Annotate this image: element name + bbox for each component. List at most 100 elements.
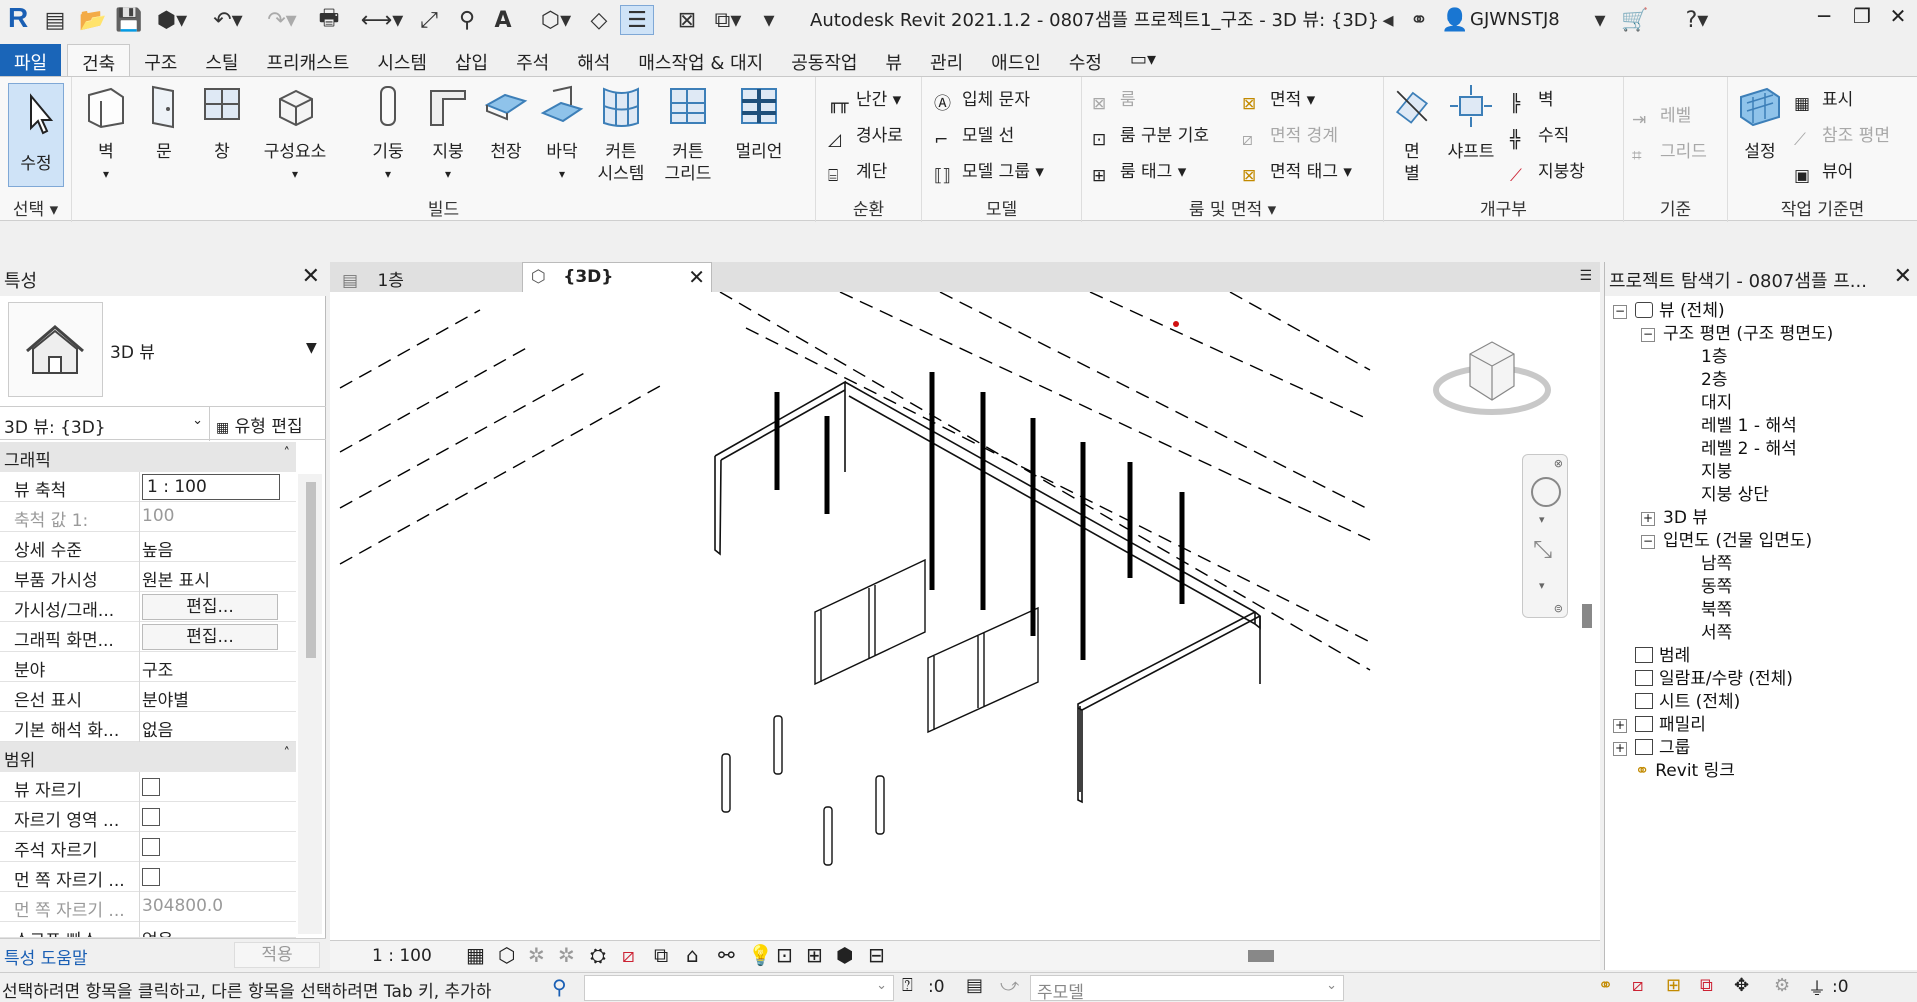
zoom-region-icon[interactable]: ⤡ <box>1533 535 1552 563</box>
measure-icon[interactable]: ⟷▾ <box>360 5 404 35</box>
view-scale-input[interactable]: 1 : 100 <box>142 474 280 500</box>
column-button[interactable]: 기둥 ▾ <box>358 83 418 185</box>
tree-node-views[interactable]: − 뷰 (전체) <box>1613 296 1725 321</box>
design-options-icon[interactable]: ▤ <box>966 975 983 996</box>
shadows-icon[interactable]: ✲ <box>558 943 575 967</box>
tab-collaborate[interactable]: 공동작업 <box>777 44 871 76</box>
set-work-plane-button[interactable]: 설정 <box>1732 83 1788 163</box>
curtain-grid-button[interactable]: 커튼 그리드 <box>656 83 720 185</box>
tab-architecture[interactable]: 건축 <box>67 44 131 76</box>
group-room-area-label[interactable]: 룸 및 면적 ▾ <box>1082 195 1383 220</box>
ref-plane-button[interactable]: ⟋ 참조 평면 <box>1794 121 1890 151</box>
show-crop-icon[interactable]: ⧉ <box>654 943 668 967</box>
section-icon[interactable]: ◇ <box>584 5 614 35</box>
tab-insert[interactable]: 삽입 <box>441 44 502 76</box>
room-button[interactable]: ⊠ 룸 <box>1092 85 1136 115</box>
prop-value[interactable]: 구조 <box>142 656 282 681</box>
instance-selector[interactable]: 3D 뷰: {3D} ⌄ <box>2 407 210 441</box>
viewer-button[interactable]: ▣ 뷰어 <box>1794 157 1853 187</box>
prop-value[interactable]: 원본 표시 <box>142 566 282 591</box>
aligned-dimension-icon[interactable]: ⤢ <box>414 5 444 35</box>
background-process-icon[interactable]: ⚙ <box>1774 975 1790 996</box>
area-button[interactable]: ⊠ 면적 ▾ <box>1242 85 1315 115</box>
help-icon[interactable]: ?▾ <box>1672 5 1722 35</box>
prop-value[interactable]: 없음 <box>142 716 282 741</box>
expand-icon[interactable]: + <box>1613 719 1627 733</box>
save-icon[interactable]: 💾 <box>115 5 142 35</box>
thin-lines-icon[interactable]: ☰ <box>620 5 654 35</box>
properties-scrollbar[interactable] <box>298 474 322 934</box>
view-tab-level1[interactable]: ▤ 1층 <box>334 262 514 292</box>
tree-node-structural-plans[interactable]: − 구조 평면 (구조 평면도) <box>1641 319 1833 344</box>
view-tab-3d[interactable]: ⬡ {3D} ✕ <box>522 262 712 292</box>
expand-icon[interactable]: + <box>1641 512 1655 526</box>
collapse-icon[interactable]: − <box>1641 328 1655 342</box>
tab-systems[interactable]: 시스템 <box>363 44 441 76</box>
browser-close-icon[interactable]: ✕ <box>1894 264 1912 289</box>
tree-node-west[interactable]: 서쪽 <box>1701 618 1732 643</box>
analytical-model-icon[interactable]: ⊞ <box>806 943 823 967</box>
tab-list-dropdown-icon[interactable]: ☰ <box>1579 268 1592 284</box>
3d-viewport[interactable]: ⊗ ▾ ⤡ ▾ ⊜ <box>330 291 1600 940</box>
annotation-crop-checkbox[interactable] <box>142 838 160 856</box>
tab-file[interactable]: 파일 <box>0 44 62 76</box>
expand-icon[interactable]: + <box>1613 742 1627 756</box>
properties-close-icon[interactable]: ✕ <box>302 264 320 289</box>
text-icon[interactable]: A <box>488 5 518 35</box>
user-dropdown-icon[interactable]: ▾ <box>1590 5 1610 35</box>
restore-icon[interactable]: ❐ <box>1842 4 1882 34</box>
prop-value[interactable]: 없음 <box>142 926 282 937</box>
model-text-button[interactable]: Ⓐ 입체 문자 <box>934 85 1030 115</box>
area-boundary-button[interactable]: ⧄ 면적 경계 <box>1242 121 1338 151</box>
ceiling-button[interactable]: 천장 <box>476 83 536 163</box>
horizontal-scrollbar-thumb[interactable] <box>1248 950 1274 962</box>
sun-path-icon[interactable]: ✲ <box>528 943 545 967</box>
tab-manage[interactable]: 관리 <box>916 44 977 76</box>
shaft-button[interactable]: 샤프트 <box>1438 83 1504 163</box>
tree-node-site[interactable]: 대지 <box>1701 388 1732 413</box>
roof-button[interactable]: 지붕 ▾ <box>418 83 478 185</box>
visibility-edit-button[interactable]: 편집... <box>142 594 278 620</box>
navbar-close-icon[interactable]: ⊗ <box>1554 457 1563 470</box>
ramp-button[interactable]: ◿ 경사로 <box>828 121 903 151</box>
tree-node-elevations[interactable]: − 입면도 (건물 입면도) <box>1641 526 1812 551</box>
view-scale-label[interactable]: 1 : 100 <box>372 946 432 966</box>
select-by-face-icon[interactable]: ⧉ <box>1700 975 1713 996</box>
tree-node-east[interactable]: 동쪽 <box>1701 572 1732 597</box>
room-separator-button[interactable]: ⊡ 룸 구분 기호 <box>1092 121 1209 151</box>
stair-button[interactable]: ⌸ 계단 <box>828 157 887 187</box>
temporary-view-icon[interactable]: ⊡ <box>776 943 793 967</box>
curtain-system-button[interactable]: 커튼 시스템 <box>588 83 654 185</box>
tree-node-2f[interactable]: 2층 <box>1701 365 1727 390</box>
prop-value[interactable]: 분야별 <box>142 686 282 711</box>
active-only-icon[interactable]: ⤻ <box>1000 975 1019 996</box>
tab-precast[interactable]: 프리캐스트 <box>253 44 364 76</box>
sync-icon[interactable]: ⬢▾ <box>152 5 192 35</box>
workset-dropdown[interactable]: ⌄ <box>584 975 894 1001</box>
tree-node-1f[interactable]: 1층 <box>1701 342 1727 367</box>
section-extents[interactable]: 범위 ˄ <box>0 742 296 772</box>
binoculars-icon[interactable]: ⚭ <box>1404 5 1434 35</box>
type-name[interactable]: 3D 뷰 <box>110 338 155 363</box>
tree-node-legends[interactable]: 범례 <box>1635 641 1690 666</box>
highlight-displacement-icon[interactable]: ⬢ <box>836 943 853 967</box>
collapse-icon[interactable]: − <box>1641 535 1655 549</box>
tree-node-sheets[interactable]: 시트 (전체) <box>1635 687 1740 712</box>
worksharing-icon[interactable]: ⚲ <box>552 975 567 999</box>
undo-icon[interactable]: ↶▾ <box>206 5 250 35</box>
tab-massing-site[interactable]: 매스작업 & 대지 <box>624 44 777 76</box>
user-icon[interactable]: 👤 <box>1440 5 1470 35</box>
group-select-label[interactable]: 선택 ▾ <box>0 195 71 220</box>
wall-button[interactable]: 벽 ▾ <box>76 83 136 185</box>
tree-node-revit-links[interactable]: ⚭ Revit 링크 <box>1635 756 1735 781</box>
design-option-dropdown[interactable]: 주모델 ⌄ <box>1030 975 1344 1002</box>
close-icon[interactable]: ✕ <box>1878 4 1917 34</box>
tab-analyze[interactable]: 해석 <box>563 44 624 76</box>
dormer-button[interactable]: ⟋ 지붕창 <box>1510 157 1585 187</box>
room-tag-button[interactable]: ⊞ 룸 태그 ▾ <box>1092 157 1186 187</box>
vertical-scrollbar-thumb[interactable] <box>1582 604 1592 628</box>
tag-icon[interactable]: ⚲ <box>452 5 482 35</box>
apply-button[interactable]: 적용 <box>234 942 320 968</box>
model-group-button[interactable]: ⟦⟧ 모델 그룹 ▾ <box>934 157 1044 187</box>
model-line-button[interactable]: ⌐ 모델 선 <box>934 121 1014 151</box>
